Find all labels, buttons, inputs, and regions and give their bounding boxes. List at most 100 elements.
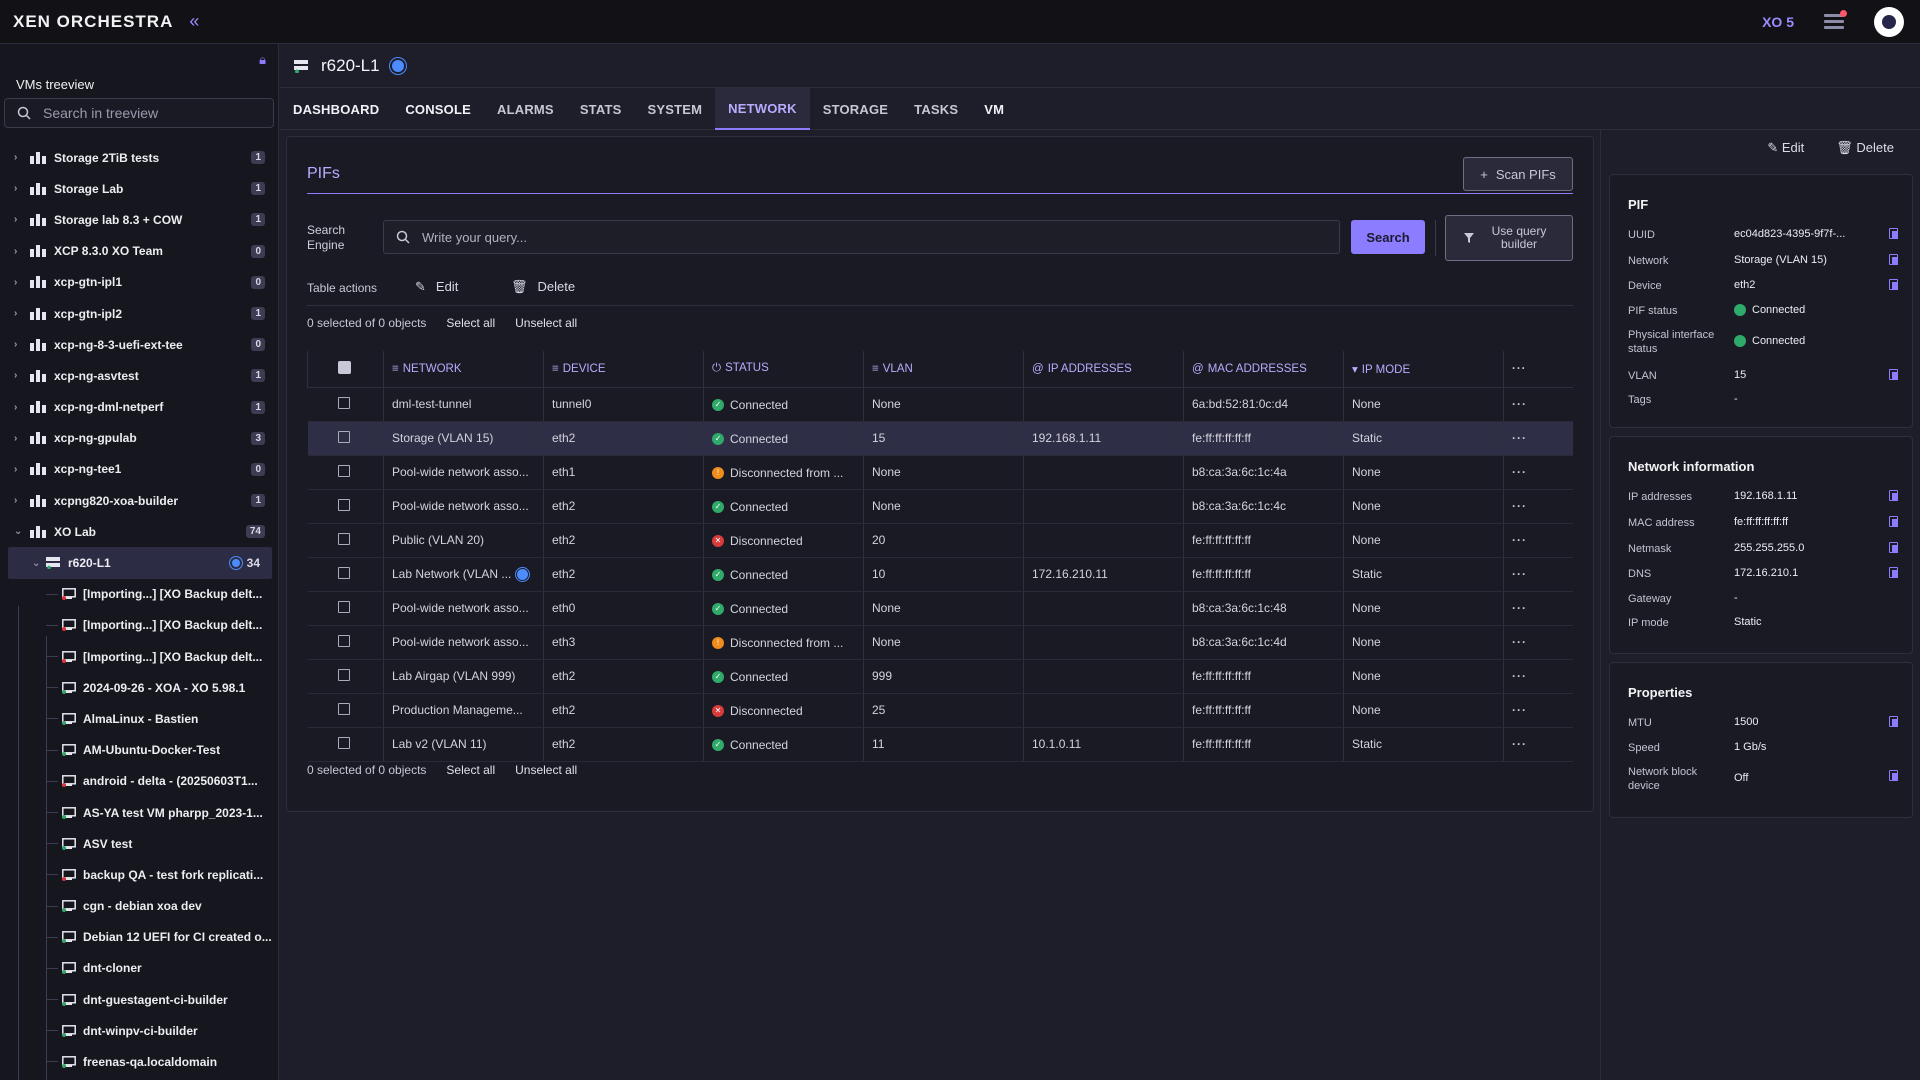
tree-item-vm[interactable]: [Importing...] [XO Backup delt... (0, 641, 278, 672)
row-menu-icon[interactable]: ··· (1512, 567, 1527, 581)
tree-item-pool[interactable]: › xcp-ng-gpulab 3 (0, 423, 278, 454)
copy-icon[interactable] (1889, 770, 1898, 781)
chevron-right-icon[interactable]: › (14, 152, 17, 163)
row-menu-icon[interactable]: ··· (1512, 533, 1527, 547)
column-vlan[interactable]: ≡ VLAN (863, 351, 1024, 388)
tree-item-host[interactable]: ⌄ r620-L1 34 (8, 547, 272, 579)
chevron-right-icon[interactable]: › (14, 277, 17, 288)
tab-tasks[interactable]: TASKS (901, 88, 971, 130)
chevron-right-icon[interactable]: › (14, 214, 17, 225)
row-menu-icon[interactable]: ··· (1512, 703, 1527, 717)
tree-item-pool[interactable]: › xcp-gtn-ipl2 1 (0, 298, 278, 329)
column-status[interactable]: ⏻ STATUS (703, 351, 864, 388)
row-menu-icon[interactable]: ··· (1512, 737, 1527, 751)
tree-item-pool[interactable]: › xcp-ng-tee1 0 (0, 454, 278, 485)
treeview-search-input[interactable] (43, 105, 263, 121)
row-checkbox[interactable] (337, 566, 350, 579)
tab-stats[interactable]: STATS (567, 88, 635, 130)
row-checkbox[interactable] (337, 532, 350, 545)
table-row[interactable]: Pool-wide network asso... eth2 ✓ Connected N… (307, 489, 1573, 524)
table-row[interactable]: Storage (VLAN 15) eth2 ✓ Connected 15 192.168… (307, 421, 1573, 456)
collapse-sidebar-icon[interactable]: « (189, 11, 199, 32)
tree-item-vm[interactable]: android - delta - (20250603T1... (0, 766, 278, 797)
xo-version-link[interactable]: XO 5 (1762, 14, 1794, 30)
tree-item-pool[interactable]: ⌄ XO Lab 74 (0, 516, 278, 547)
table-row[interactable]: Lab Network (VLAN ... eth2 ✓ Connected 10 172… (307, 557, 1573, 592)
chevron-right-icon[interactable]: › (14, 246, 17, 257)
tree-item-pool[interactable]: › xcp-ng-8-3-uefi-ext-tee 0 (0, 329, 278, 360)
chevron-right-icon[interactable]: › (14, 464, 17, 475)
tab-network[interactable]: NETWORK (715, 88, 810, 130)
tree-item-vm[interactable]: dnt-cloner (0, 953, 278, 984)
row-checkbox[interactable] (337, 600, 350, 613)
tree-item-pool[interactable]: › Storage lab 8.3 + COW 1 (0, 204, 278, 235)
column-device[interactable]: ≡ DEVICE (543, 351, 704, 388)
tree-item-vm[interactable]: 2024-09-26 - XOA - XO 5.98.1 (0, 672, 278, 703)
tree-item-vm[interactable]: [Importing...] [XO Backup delt... (0, 579, 278, 610)
tree-item-vm[interactable]: backup QA - test fork replicati... (0, 859, 278, 890)
tab-console[interactable]: CONSOLE (392, 88, 484, 130)
select-all-link[interactable]: Select all (446, 763, 495, 777)
table-row[interactable]: Lab v2 (VLAN 11) eth2 ✓ Connected 11 10.1.0.1… (307, 727, 1573, 762)
row-checkbox[interactable] (337, 736, 350, 749)
row-checkbox[interactable] (337, 498, 350, 511)
chevron-right-icon[interactable]: › (14, 370, 17, 381)
query-builder-button[interactable]: Use query builder (1445, 215, 1573, 261)
tree-item-pool[interactable]: › xcp-ng-asvtest 1 (0, 360, 278, 391)
app-logo[interactable]: XEN ORCHESTRA (13, 12, 173, 32)
tab-alarms[interactable]: ALARMS (484, 88, 567, 130)
row-checkbox[interactable] (337, 702, 350, 715)
tree-item-vm[interactable]: freenas-qa.localdomain (0, 1046, 278, 1077)
tree-item-vm[interactable]: AM-Ubuntu-Docker-Test (0, 735, 278, 766)
search-button[interactable]: Search (1351, 220, 1425, 254)
tree-item-vm[interactable]: AS-YA test VM pharpp_2023-1... (0, 797, 278, 828)
tab-system[interactable]: SYSTEM (635, 88, 716, 130)
row-checkbox[interactable] (337, 464, 350, 477)
copy-icon[interactable] (1889, 369, 1898, 380)
select-all-link[interactable]: Select all (446, 316, 495, 330)
lock-icon[interactable]: 🔒︎ (259, 52, 266, 68)
row-menu-icon[interactable]: ··· (1512, 465, 1527, 479)
copy-icon[interactable] (1889, 567, 1898, 578)
tree-item-vm[interactable]: Debian 12 UEFI for CI created o... (0, 922, 278, 953)
table-row[interactable]: Pool-wide network asso... eth1! Disconnect… (307, 455, 1573, 490)
row-checkbox[interactable] (337, 634, 350, 647)
tree-item-vm[interactable]: ASV test (0, 828, 278, 859)
panel-edit-button[interactable]: ✎ Edit (1767, 140, 1804, 156)
tree-item-vm[interactable]: AlmaLinux - Bastien (0, 703, 278, 734)
tree-item-pool[interactable]: › xcp-gtn-ipl1 0 (0, 267, 278, 298)
chevron-right-icon[interactable]: › (14, 495, 17, 506)
tree-item-pool[interactable]: › XCP 8.3.0 XO Team 0 (0, 236, 278, 267)
tree-item-vm[interactable]: dnt-guestagent-ci-builder (0, 984, 278, 1015)
copy-icon[interactable] (1889, 279, 1898, 290)
tree-item-pool[interactable]: › Storage 2TiB tests 1 (0, 142, 278, 173)
chevron-right-icon[interactable]: › (14, 433, 17, 444)
table-row[interactable]: Pool-wide network asso... eth0 ✓ Connected N… (307, 591, 1573, 626)
tree-item-vm[interactable]: cgn - debian xoa dev (0, 891, 278, 922)
column-mac-addresses[interactable]: @ MAC ADDRESSES (1183, 351, 1344, 388)
column-network[interactable]: ≡ NETWORK (383, 351, 544, 388)
column-more[interactable]: ··· (1503, 351, 1573, 388)
query-input[interactable] (422, 229, 1302, 245)
user-avatar[interactable] (1874, 7, 1904, 37)
select-all-checkbox[interactable] (338, 360, 351, 374)
tree-item-pool[interactable]: › xcp-ng-dml-netperf 1 (0, 392, 278, 423)
unselect-all-link[interactable]: Unselect all (515, 763, 577, 777)
column-ip-addresses[interactable]: @ IP ADDRESSES (1023, 351, 1184, 388)
copy-icon[interactable] (1889, 716, 1898, 727)
chevron-down-icon[interactable]: ⌄ (32, 558, 40, 569)
tree-item-vm[interactable]: [Importing...] [XO Backup delt... (0, 610, 278, 641)
tree-item-vm[interactable]: dnt-winpv-ci-builder (0, 1015, 278, 1046)
tree-item-pool[interactable]: › Storage Lab 1 (0, 173, 278, 204)
row-menu-icon[interactable]: ··· (1512, 669, 1527, 683)
copy-icon[interactable] (1889, 542, 1898, 553)
table-row[interactable]: Production Manageme... eth2 ✕ Disconnected 2… (307, 693, 1573, 728)
row-checkbox[interactable] (337, 430, 350, 443)
chevron-right-icon[interactable]: › (14, 402, 17, 413)
tree-item-pool[interactable]: › xcpng820-xoa-builder 1 (0, 485, 278, 516)
row-menu-icon[interactable]: ··· (1512, 397, 1527, 411)
table-row[interactable]: Lab Airgap (VLAN 999) eth2 ✓ Connected 999 fe… (307, 659, 1573, 694)
tab-vm[interactable]: VM (971, 88, 1017, 130)
column-ip-mode[interactable]: ▾ IP MODE (1343, 351, 1504, 388)
chevron-down-icon[interactable]: ⌄ (14, 526, 22, 537)
